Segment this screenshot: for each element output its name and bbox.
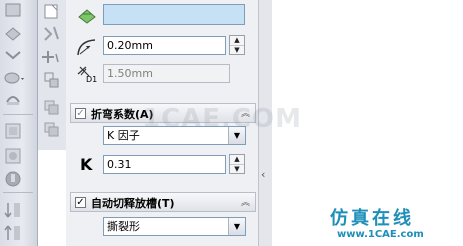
- hem-icon[interactable]: [2, 88, 24, 110]
- fold-icon[interactable]: [2, 222, 24, 244]
- spin-down-arrow-icon[interactable]: ▼: [230, 164, 244, 174]
- relief-type-select[interactable]: 撕裂形 ▼: [103, 217, 246, 236]
- miter-flange-icon[interactable]: [2, 66, 24, 88]
- bend-radius-value: 0.20mm: [107, 39, 153, 52]
- spin-up-arrow-icon[interactable]: ▲: [230, 36, 244, 45]
- watermark-url: www.1CAE.com: [337, 229, 424, 240]
- edge-selection-icon: [78, 9, 96, 24]
- forming-tool-icon[interactable]: [42, 120, 62, 140]
- spin-down-arrow-icon[interactable]: ▼: [230, 45, 244, 55]
- k-factor-spinner[interactable]: ▲ ▼: [229, 154, 245, 174]
- gap-label: D1: [86, 75, 98, 84]
- auto-relief-title: 自动切释放槽(T): [91, 197, 175, 210]
- gap-distance-input[interactable]: 1.50mm: [103, 64, 230, 83]
- auto-relief-header[interactable]: ✓ 自动切释放槽(T) ︽: [70, 192, 256, 212]
- edge-selection-box[interactable]: [103, 4, 245, 25]
- jog-icon[interactable]: [42, 24, 62, 44]
- closed-corner-icon[interactable]: [2, 120, 24, 142]
- welded-corner-icon[interactable]: [2, 145, 24, 167]
- bend-allowance-checkbox[interactable]: ✓: [75, 108, 86, 119]
- k-factor-input[interactable]: 0.31: [103, 155, 226, 174]
- left-toolbar: [0, 0, 38, 246]
- auto-relief-checkbox[interactable]: ✓: [75, 197, 86, 208]
- relief-type-value: 撕裂形: [107, 220, 140, 233]
- dropdown-arrow-icon[interactable]: ▼: [228, 218, 245, 235]
- watermark-chinese: 仿真在线: [330, 208, 414, 229]
- watermark-center: 1CAE.COM: [142, 104, 302, 134]
- secondary-toolbar: [38, 0, 67, 150]
- rip-icon[interactable]: [42, 98, 62, 118]
- base-flange-icon[interactable]: [2, 22, 24, 44]
- sheet-metal-tool-icon[interactable]: [2, 0, 24, 22]
- sketched-bend-icon[interactable]: [42, 2, 62, 22]
- bend-radius-icon: [77, 39, 96, 56]
- toolbar-separator: [3, 192, 33, 193]
- collapse-chevron-icon[interactable]: ︽: [241, 195, 250, 208]
- spin-up-arrow-icon[interactable]: ▲: [230, 155, 244, 164]
- collapse-panel-arrow-icon[interactable]: ‹: [261, 168, 265, 181]
- edge-flange-icon[interactable]: [2, 44, 24, 66]
- lofted-bend-icon[interactable]: [42, 70, 62, 90]
- bend-radius-spinner[interactable]: ▲ ▼: [229, 35, 245, 55]
- bend-allowance-type-value: K 因子: [107, 129, 140, 142]
- break-corner-icon[interactable]: [2, 168, 24, 190]
- gap-distance-value: 1.50mm: [107, 67, 153, 80]
- cross-break-icon[interactable]: [42, 48, 62, 68]
- k-factor-value: 0.31: [107, 158, 132, 171]
- toolbar-separator: [3, 114, 33, 115]
- k-factor-label: K: [80, 155, 93, 174]
- bend-radius-input[interactable]: 0.20mm: [103, 36, 226, 55]
- unfold-icon[interactable]: [2, 199, 24, 221]
